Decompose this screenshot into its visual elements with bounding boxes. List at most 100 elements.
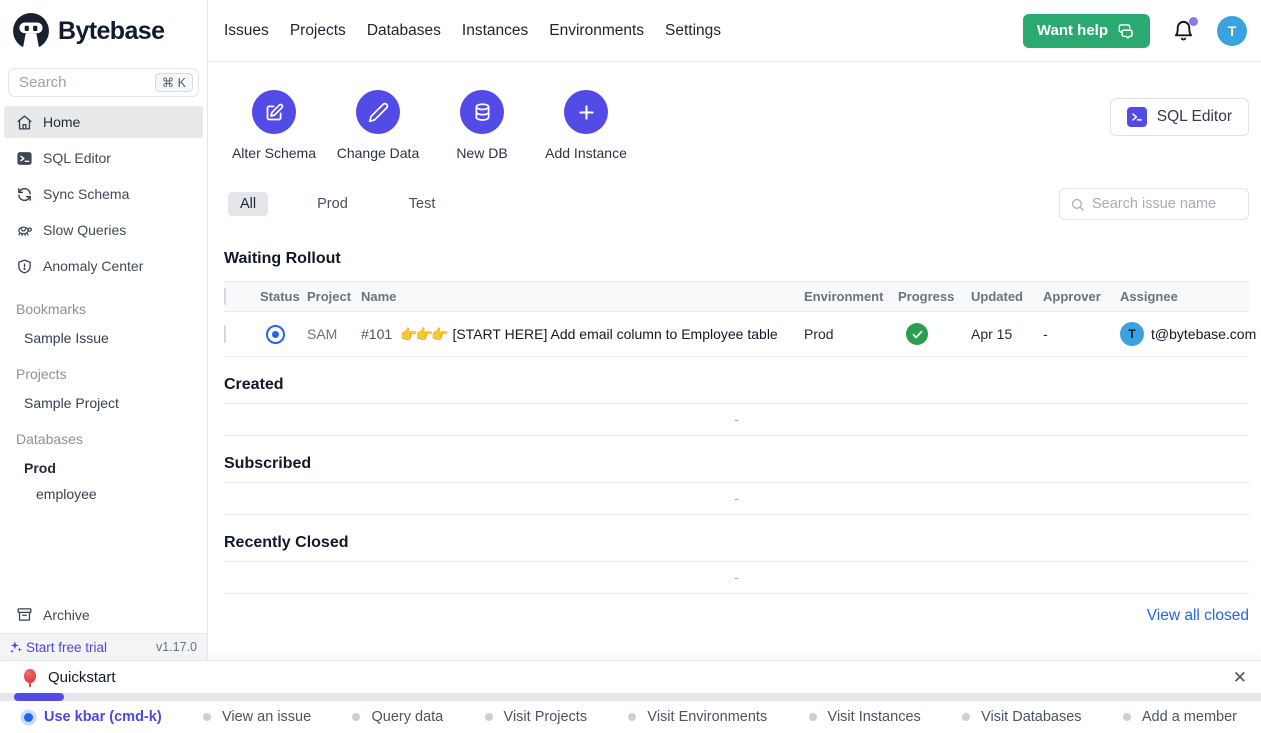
nav-issues[interactable]: Issues bbox=[224, 22, 269, 40]
sql-editor-button[interactable]: SQL Editor bbox=[1110, 98, 1249, 136]
top-header: Issues Projects Databases Instances Envi… bbox=[208, 0, 1261, 62]
change-data-button[interactable]: Change Data bbox=[332, 90, 424, 161]
subscribed-title: Subscribed bbox=[224, 455, 1249, 473]
step-use-kbar[interactable]: Use kbar (cmd-k) bbox=[24, 709, 162, 725]
sidebar-item-sql-editor[interactable]: SQL Editor bbox=[4, 142, 203, 174]
issue-assignee: T t@bytebase.com bbox=[1120, 322, 1249, 346]
issue-row[interactable]: SAM #101👉👉👉[START HERE] Add email column… bbox=[224, 312, 1249, 357]
bytebase-logo[interactable]: Bytebase bbox=[0, 0, 207, 62]
main-area: Issues Projects Databases Instances Envi… bbox=[208, 0, 1261, 660]
quickstart-progress-track bbox=[0, 693, 1261, 701]
step-label: Use kbar (cmd-k) bbox=[44, 709, 162, 725]
subscribed-empty-row: - bbox=[224, 482, 1249, 515]
step-label: View an issue bbox=[222, 709, 311, 725]
sidebar-section-bookmarks: Bookmarks Sample Issue bbox=[0, 301, 207, 351]
sidebar-section-databases: Databases Prod employee bbox=[0, 431, 207, 507]
sidebar-item-sample-issue[interactable]: Sample Issue bbox=[0, 325, 207, 351]
trial-label: Start free trial bbox=[26, 640, 107, 655]
app-window: Bytebase Search ⌘ K Home SQL Editor Sync… bbox=[0, 0, 1261, 660]
environment-tabs: All Prod Test bbox=[224, 192, 447, 216]
user-avatar[interactable]: T bbox=[1217, 16, 1247, 46]
tab-prod[interactable]: Prod bbox=[305, 192, 360, 216]
step-label: Visit Instances bbox=[828, 709, 921, 725]
step-visit-environments[interactable]: Visit Environments bbox=[628, 709, 767, 725]
sidebar-item-label: Slow Queries bbox=[43, 222, 126, 238]
issue-search-input[interactable] bbox=[1092, 196, 1238, 212]
step-dot-icon bbox=[962, 713, 970, 721]
sidebar-item-label: Sync Schema bbox=[43, 186, 129, 202]
step-dot-icon bbox=[628, 713, 636, 721]
archive-label: Archive bbox=[43, 607, 90, 623]
tab-test[interactable]: Test bbox=[397, 192, 448, 216]
sidebar-section-projects: Projects Sample Project bbox=[0, 366, 207, 416]
quickstart-header: Quickstart ✕ bbox=[0, 661, 1261, 693]
step-visit-databases[interactable]: Visit Databases bbox=[962, 709, 1081, 725]
add-instance-button[interactable]: Add Instance bbox=[540, 90, 632, 161]
turtle-icon bbox=[16, 222, 33, 239]
home-icon bbox=[16, 114, 33, 131]
step-label: Visit Environments bbox=[647, 709, 767, 725]
sync-icon bbox=[16, 186, 33, 203]
col-progress: Progress bbox=[898, 289, 971, 304]
view-all-closed-link[interactable]: View all closed bbox=[1147, 607, 1249, 624]
balloon-icon bbox=[24, 669, 37, 685]
notification-bell-button[interactable] bbox=[1172, 19, 1195, 42]
sidebar-item-archive[interactable]: Archive bbox=[0, 596, 207, 633]
created-title: Created bbox=[224, 376, 1249, 394]
plus-icon bbox=[576, 102, 597, 123]
shield-icon bbox=[16, 258, 33, 275]
step-label: Visit Projects bbox=[504, 709, 588, 725]
select-all-checkbox[interactable] bbox=[224, 288, 226, 305]
step-query-data[interactable]: Query data bbox=[352, 709, 443, 725]
sidebar-item-label: SQL Editor bbox=[43, 150, 111, 166]
bytebase-logo-icon bbox=[12, 12, 50, 50]
issue-open-status-icon bbox=[266, 325, 285, 344]
trial-bar: Start free trial v1.17.0 bbox=[0, 633, 207, 660]
nav-environments[interactable]: Environments bbox=[549, 22, 644, 40]
waiting-rollout-title: Waiting Rollout bbox=[224, 250, 1249, 268]
step-visit-instances[interactable]: Visit Instances bbox=[809, 709, 921, 725]
issue-name[interactable]: #101👉👉👉[START HERE] Add email column to … bbox=[361, 326, 804, 343]
col-approver: Approver bbox=[1043, 289, 1120, 304]
sidebar-item-anomaly-center[interactable]: Anomaly Center bbox=[4, 250, 203, 282]
col-environment: Environment bbox=[804, 289, 898, 304]
sidebar-item-label: Anomaly Center bbox=[43, 258, 143, 274]
nav-instances[interactable]: Instances bbox=[462, 22, 528, 40]
sidebar-item-prod-env[interactable]: Prod bbox=[0, 455, 207, 481]
row-checkbox[interactable] bbox=[224, 325, 226, 343]
step-view-an-issue[interactable]: View an issue bbox=[203, 709, 311, 725]
sidebar-item-slow-queries[interactable]: Slow Queries bbox=[4, 214, 203, 246]
step-visit-projects[interactable]: Visit Projects bbox=[485, 709, 588, 725]
sidebar-item-sync-schema[interactable]: Sync Schema bbox=[4, 178, 203, 210]
sidebar-item-employee-db[interactable]: employee bbox=[0, 481, 207, 507]
filter-row: All Prod Test bbox=[224, 188, 1249, 220]
sparkles-icon bbox=[8, 640, 23, 655]
notification-dot bbox=[1189, 17, 1198, 26]
action-label: Change Data bbox=[337, 145, 420, 161]
new-db-button[interactable]: New DB bbox=[436, 90, 528, 161]
nav-settings[interactable]: Settings bbox=[665, 22, 721, 40]
sidebar-search-input[interactable]: Search ⌘ K bbox=[8, 68, 199, 97]
sidebar-item-sample-project[interactable]: Sample Project bbox=[0, 390, 207, 416]
quick-actions-row: Alter Schema Change Data New DB Add Inst… bbox=[224, 90, 1249, 161]
want-help-button[interactable]: Want help bbox=[1023, 14, 1150, 48]
issue-number: #101 bbox=[361, 326, 392, 342]
step-dot-icon bbox=[809, 713, 817, 721]
sidebar-item-label: Home bbox=[43, 114, 80, 130]
start-free-trial-link[interactable]: Start free trial bbox=[8, 640, 107, 655]
sidebar-item-home[interactable]: Home bbox=[4, 106, 203, 138]
nav-projects[interactable]: Projects bbox=[290, 22, 346, 40]
database-icon bbox=[472, 102, 493, 123]
sidebar-bottom: Archive Start free trial v1.17.0 bbox=[0, 596, 207, 660]
sidebar-nav: Home SQL Editor Sync Schema Slow Queries… bbox=[0, 97, 207, 286]
alter-schema-button[interactable]: Alter Schema bbox=[228, 90, 320, 161]
empty-placeholder: - bbox=[734, 570, 738, 585]
app-version: v1.17.0 bbox=[156, 640, 197, 654]
nav-databases[interactable]: Databases bbox=[367, 22, 441, 40]
chat-icon bbox=[1117, 21, 1136, 40]
col-status: Status bbox=[260, 289, 307, 304]
tab-all[interactable]: All bbox=[228, 192, 268, 216]
issue-updated: Apr 15 bbox=[971, 326, 1043, 342]
close-icon[interactable]: ✕ bbox=[1233, 669, 1247, 686]
step-add-a-member[interactable]: Add a member bbox=[1123, 709, 1237, 725]
